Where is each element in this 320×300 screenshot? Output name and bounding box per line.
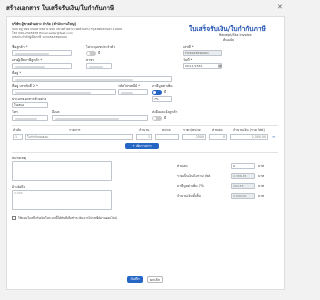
vat-amount-label: ภาษีมูลค่าเพิ่ม 7%	[177, 184, 204, 188]
grand-total-label: จำนวนเงินทั้งสิ้น	[177, 194, 201, 198]
no-tax-toggle-label: มี	[98, 51, 101, 55]
discount-total-label: ส่วนลด	[177, 164, 188, 168]
before-vat-value: 2,336.45	[231, 173, 255, 179]
item-discount[interactable]: 0	[209, 134, 227, 140]
add-item-button[interactable]: + เพิ่มรายการ	[125, 143, 159, 149]
send-email-label: ส่งอีเมลแจ้งลูกค้า	[152, 110, 178, 114]
vat-label: ภาษีมูลค่าเพิ่ม	[152, 84, 173, 88]
item-desc[interactable]: ใบกำกับทดสอบ	[25, 134, 133, 140]
grand-total-value: 2,500.00	[231, 193, 255, 199]
item-qty[interactable]: 1	[136, 134, 152, 140]
currency-label: บาท	[258, 164, 265, 168]
col-header-price: ราคา/หน่วย	[183, 128, 201, 132]
col-header-desc: รายการ	[69, 128, 81, 132]
item-price[interactable]: 2500	[182, 134, 206, 140]
attach-checkbox[interactable]	[12, 216, 16, 220]
vat-rate-select[interactable]: 7%	[152, 96, 172, 102]
divider	[12, 152, 278, 153]
address-input[interactable]	[12, 76, 172, 82]
doc-type-select[interactable]: ใบเสนอ	[12, 102, 48, 108]
phone-input[interactable]	[12, 115, 48, 121]
delete-row-icon[interactable]: ≡	[272, 134, 275, 139]
email-input[interactable]	[52, 115, 148, 121]
document-heading-en: Receipt/Tax Invoice	[219, 33, 252, 37]
attach-label: ให้แนบใบเสร็จรับเงินในระบบนี้ได้ทันทีเมื…	[18, 216, 117, 220]
remark-textarea[interactable]	[12, 161, 112, 181]
vat-toggle-label: มี	[164, 90, 167, 94]
save-button[interactable]: บันทึก	[127, 276, 143, 283]
before-vat-label: รวมเป็นเงินไม่รวม Vat	[177, 174, 211, 178]
company-tax-id: เลขประจำตัวผู้เสียภาษี 1234567890000	[12, 35, 67, 39]
reference-textarea[interactable]: 2,500	[12, 190, 112, 210]
calendar-icon[interactable]: ▦	[218, 63, 222, 68]
vat-amount-value: 163.55	[231, 183, 255, 189]
item-no[interactable]: 1	[13, 134, 23, 140]
col-header-discount: ส่วนลด	[212, 128, 223, 132]
document-form: บริษัท ผู้ขายตัวอย่าง จำกัด (สำนักงานใหญ…	[6, 16, 285, 290]
currency-label: บาท	[258, 174, 265, 178]
cancel-button[interactable]: ยกเลิก	[147, 276, 163, 283]
col-header-unit: หน่วย	[162, 128, 171, 132]
date-input[interactable]: 06/11/2564	[183, 63, 222, 69]
address2-input[interactable]	[12, 89, 116, 95]
send-email-toggle-label: มี	[164, 116, 167, 120]
zip-input[interactable]	[118, 89, 148, 95]
send-email-toggle[interactable]	[152, 116, 162, 121]
document-original-label: ต้นฉบับ	[223, 38, 235, 42]
col-header-no: ลำดับ	[13, 128, 22, 132]
col-header-qty: จำนวน	[139, 128, 150, 132]
vat-toggle[interactable]	[152, 90, 162, 95]
tax-id-input[interactable]	[12, 63, 72, 69]
currency-label: บาท	[258, 194, 265, 198]
doc-no-input[interactable]: TIV2023090001	[183, 50, 222, 56]
item-unit[interactable]	[155, 134, 179, 140]
no-tax-label: ไม่ระบุเลขประจำตัว	[86, 45, 116, 49]
discount-total-input[interactable]: 0	[231, 163, 255, 169]
close-icon[interactable]: ✕	[277, 3, 283, 11]
branch-input[interactable]	[86, 63, 112, 69]
no-tax-toggle[interactable]	[86, 51, 96, 56]
col-header-amount: จำนวนเงิน (รวม Vat)	[233, 128, 265, 132]
item-amount[interactable]: 2,500.00	[230, 134, 268, 140]
currency-label: บาท	[258, 184, 265, 188]
divider	[12, 125, 278, 126]
page-title: สร้างเอกสาร ใบเสร็จรับเงิน/ใบกำกับภาษี	[6, 5, 115, 12]
customer-name-input[interactable]	[12, 50, 72, 56]
